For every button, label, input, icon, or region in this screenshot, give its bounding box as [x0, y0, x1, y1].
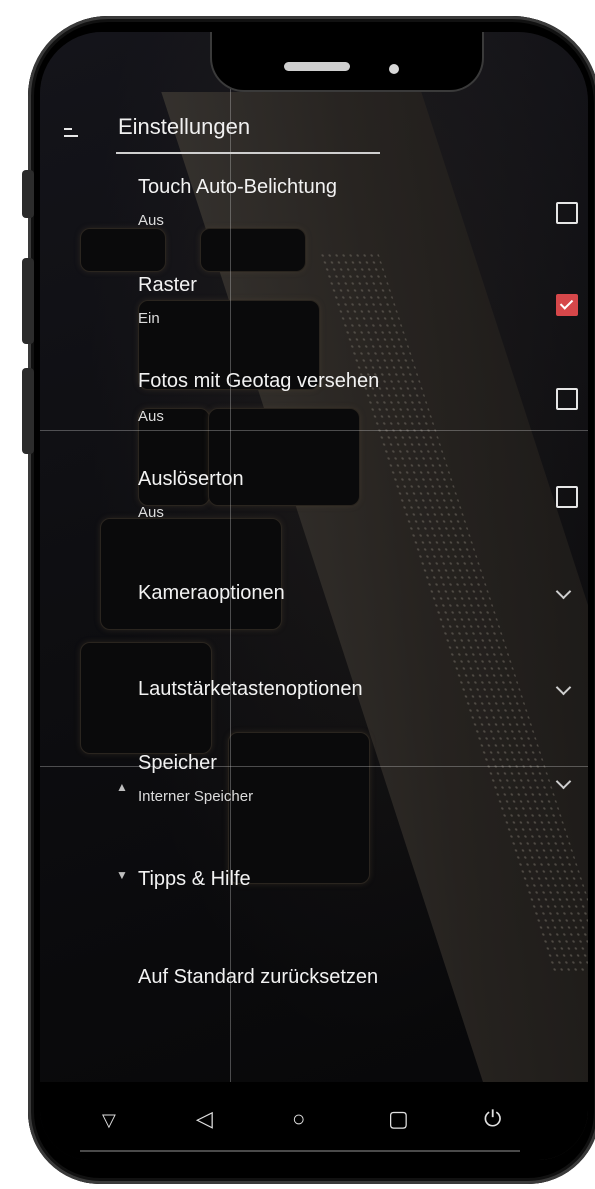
hide-nav-icon[interactable]: ▽	[102, 1110, 116, 1131]
setting-value: Aus	[138, 504, 164, 521]
setting-label: Raster	[138, 274, 197, 296]
setting-grid[interactable]: Raster Ein	[40, 272, 588, 352]
setting-reset[interactable]: Auf Standard zurücksetzen	[40, 960, 588, 1006]
nav-divider	[80, 1150, 520, 1152]
home-circle-icon[interactable]: ○	[292, 1106, 305, 1132]
setting-camera-options[interactable]: Kameraoptionen	[40, 578, 588, 624]
front-camera	[389, 64, 399, 74]
screen: Einstellungen Touch Auto-Belichtung Aus …	[40, 32, 588, 1160]
menu-icon[interactable]	[64, 126, 84, 146]
side-button-top	[22, 170, 34, 218]
setting-label: Auslöserton	[138, 468, 244, 490]
setting-label: Tipps & Hilfe	[138, 868, 251, 890]
triangle-up-icon: ▲	[116, 780, 128, 794]
triangle-down-icon: ▼	[116, 868, 128, 882]
earpiece	[284, 62, 350, 71]
setting-value: Aus	[138, 408, 164, 425]
setting-storage[interactable]: ▲ Speicher Interner Speicher	[40, 748, 588, 828]
settings-header: Einstellungen	[40, 110, 588, 162]
volume-down-button	[22, 368, 34, 454]
setting-value: Ein	[138, 310, 160, 327]
setting-label: Kameraoptionen	[138, 582, 285, 604]
setting-label: Touch Auto-Belichtung	[138, 176, 338, 198]
recents-square-icon[interactable]: ▢	[388, 1106, 409, 1132]
setting-tips-help[interactable]: ▼ Tipps & Hilfe	[40, 862, 588, 908]
grid-checkbox[interactable]	[556, 294, 578, 316]
setting-value: Interner Speicher	[138, 788, 254, 805]
setting-value: Aus	[138, 212, 164, 229]
navigation-bar: ▽ ◁ ○ ▢ ⏻	[40, 1082, 588, 1160]
setting-volume-key-options[interactable]: Lautstärketastenoptionen	[40, 674, 588, 720]
chevron-down-icon[interactable]	[555, 773, 572, 790]
power-icon[interactable]: ⏻	[484, 1106, 501, 1132]
chevron-down-icon[interactable]	[555, 679, 572, 696]
title-underline	[116, 152, 380, 154]
page-title: Einstellungen	[118, 114, 251, 139]
setting-touch-auto-exposure[interactable]: Touch Auto-Belichtung Aus	[40, 172, 588, 252]
shutter-sound-checkbox[interactable]	[556, 486, 578, 508]
setting-label: Lautstärketastenoptionen	[138, 678, 363, 700]
geotag-checkbox[interactable]	[556, 388, 578, 410]
volume-up-button	[22, 258, 34, 344]
setting-geotag[interactable]: Fotos mit Geotag versehen Aus	[40, 366, 588, 446]
back-triangle-icon[interactable]: ◁	[196, 1106, 213, 1132]
setting-label: Speicher	[138, 752, 217, 774]
touch-auto-exposure-checkbox[interactable]	[556, 202, 578, 224]
setting-label: Auf Standard zurücksetzen	[138, 966, 379, 988]
setting-shutter-sound[interactable]: Auslöserton Aus	[40, 464, 588, 544]
setting-label: Fotos mit Geotag versehen	[138, 370, 380, 392]
chevron-down-icon[interactable]	[555, 583, 572, 600]
